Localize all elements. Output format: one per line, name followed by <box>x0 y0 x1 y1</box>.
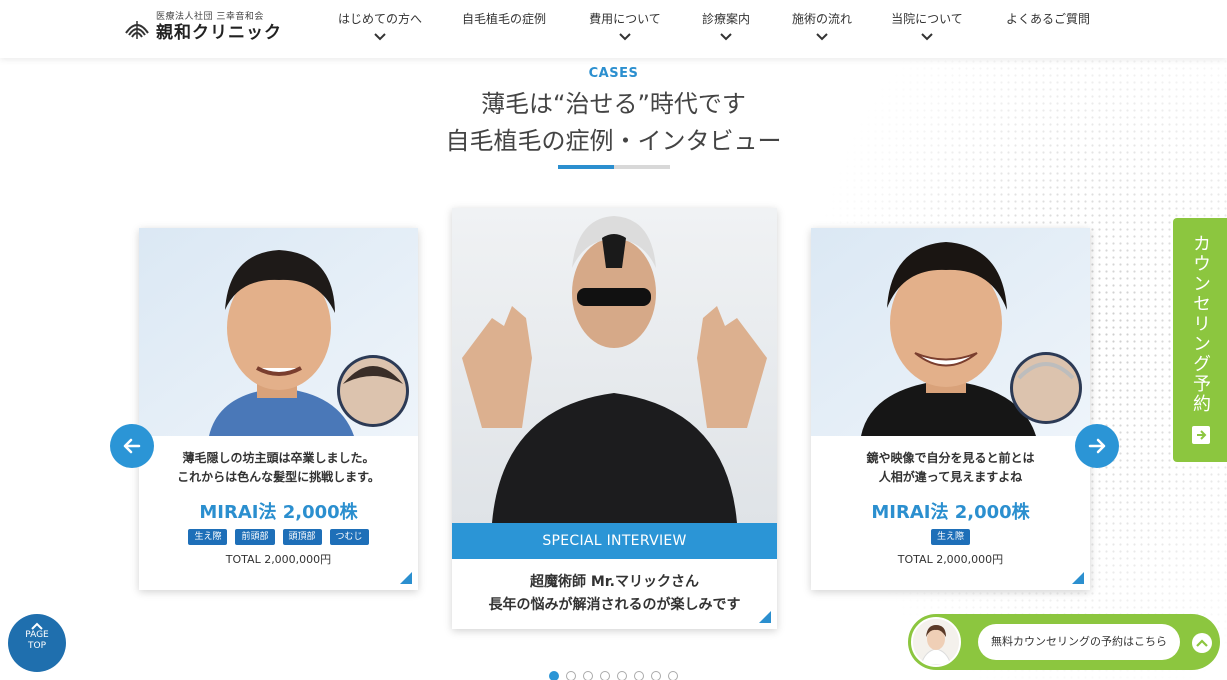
quote-line-2: これからは色んな髪型に挑戦します。 <box>177 470 380 484</box>
chevron-down-icon <box>719 31 733 41</box>
page-top-line-1: PAGE <box>25 630 49 640</box>
carousel-next-button[interactable] <box>1075 424 1119 468</box>
quote-line-1: 鏡や映像で自分を見ると前とは <box>866 451 1035 465</box>
nav-label: 費用について <box>589 12 661 26</box>
nav-label: 当院について <box>891 12 963 26</box>
site-header: 医療法人社団 三幸音和会 親和クリニック はじめての方へ 自毛植毛の症例 費用に… <box>0 0 1227 58</box>
case-total: TOTAL 2,000,000円 <box>225 553 332 566</box>
nav-about[interactable]: 当院について <box>872 8 982 43</box>
nav-label: 自毛植毛の症例 <box>461 12 546 26</box>
tag-hairline: 生え際 <box>930 529 970 545</box>
chevron-up-icon[interactable] <box>1192 633 1212 653</box>
side-tab-label: カウンセリング予約 <box>1190 234 1211 414</box>
nav-treatment[interactable]: 診療案内 <box>680 8 772 43</box>
tag-crown: つむじ <box>329 529 369 545</box>
corner-triangle-icon <box>759 611 771 623</box>
carousel-prev-button[interactable] <box>110 424 154 468</box>
chevron-down-icon <box>920 31 934 41</box>
pager-dot[interactable] <box>566 671 576 680</box>
headline-line-2: 自毛植毛の症例・インタビュー <box>445 127 782 155</box>
case-tags: 生え際 <box>811 529 1090 545</box>
case-quote: 鏡や映像で自分を見ると前とは 人相が違って見えますよね <box>811 449 1090 487</box>
interview-photo <box>452 208 777 523</box>
nav-label: はじめての方へ <box>337 12 422 26</box>
pager-dot[interactable] <box>668 671 678 680</box>
main-nav: はじめての方へ 自毛植毛の症例 費用について 診療案内 施術の流れ 当院について… <box>322 8 1114 43</box>
chevron-down-icon <box>373 31 387 41</box>
interview-quote: 長年の悩みが解消されるのが楽しみです <box>488 597 741 613</box>
counseling-reservation-tab[interactable]: カウンセリング予約 <box>1173 218 1227 462</box>
case-method: MIRAI法 2,000株 <box>199 502 358 523</box>
special-interview-band: SPECIAL INTERVIEW <box>452 523 777 559</box>
interview-caption: 超魔術師 Mr.マリックさん 長年の悩みが解消されるのが楽しみです <box>452 571 777 617</box>
page-top-button[interactable]: PAGE TOP <box>8 614 66 672</box>
case-card-special[interactable]: SPECIAL INTERVIEW 超魔術師 Mr.マリックさん 長年の悩みが解… <box>452 208 777 629</box>
section-label: CASES <box>588 66 639 81</box>
page-top-line-2: TOP <box>27 641 46 651</box>
chevron-down-icon <box>815 31 829 41</box>
logo-emblem-icon <box>122 13 152 43</box>
interview-name: 超魔術師 Mr.マリックさん <box>529 574 700 590</box>
case-total: TOTAL 2,000,000円 <box>897 553 1004 566</box>
nav-costs[interactable]: 費用について <box>570 8 680 43</box>
staff-avatar <box>911 617 961 667</box>
tag-front: 前頭部 <box>235 529 275 545</box>
quote-line-1: 薄毛隠しの坊主頭は卒業しました。 <box>182 451 375 465</box>
logo-title: 親和クリニック <box>156 23 282 43</box>
case-card-right[interactable]: 鏡や映像で自分を見ると前とは 人相が違って見えますよね MIRAI法 2,000… <box>811 228 1090 590</box>
quote-line-2: 人相が違って見えますよね <box>878 470 1023 484</box>
nav-label: よくあるご質問 <box>1005 12 1090 26</box>
nav-cases[interactable]: 自毛植毛の症例 <box>438 8 570 43</box>
case-card-left[interactable]: 薄毛隠しの坊主頭は卒業しました。 これからは色んな髪型に挑戦します。 MIRAI… <box>139 228 418 590</box>
chevron-down-icon <box>618 31 632 41</box>
headline-underline <box>558 165 670 169</box>
pager-dot[interactable] <box>617 671 627 680</box>
tag-hairline: 生え際 <box>188 529 228 545</box>
pager-dot[interactable] <box>634 671 644 680</box>
nav-label: 診療案内 <box>701 12 750 26</box>
headline-line-1: 薄毛は“治せる”時代です <box>481 90 746 118</box>
pager-dot[interactable] <box>583 671 593 680</box>
tag-top: 頭頂部 <box>282 529 322 545</box>
logo-subtitle: 医療法人社団 三幸音和会 <box>156 12 264 22</box>
corner-triangle-icon <box>1072 572 1084 584</box>
clinic-logo[interactable]: 医療法人社団 三幸音和会 親和クリニック <box>122 12 282 43</box>
case-photo <box>811 228 1090 436</box>
case-quote: 薄毛隠しの坊主頭は卒業しました。 これからは色んな髪型に挑戦します。 <box>139 449 418 487</box>
case-method: MIRAI法 2,000株 <box>871 502 1030 523</box>
chevron-up-icon <box>31 622 43 630</box>
case-photo <box>139 228 418 436</box>
nav-faq[interactable]: よくあるご質問 <box>982 8 1114 43</box>
nav-label: 施術の流れ <box>791 12 852 26</box>
arrow-left-icon <box>123 438 141 454</box>
pager-dot[interactable] <box>600 671 610 680</box>
nav-procedure-flow[interactable]: 施術の流れ <box>772 8 872 43</box>
free-counseling-banner[interactable]: 無料カウンセリングの予約はこちら <box>908 614 1220 670</box>
carousel-pager <box>549 671 678 680</box>
pager-dot[interactable] <box>549 671 559 680</box>
banner-text: 無料カウンセリングの予約はこちら <box>978 624 1180 660</box>
section-headline: 薄毛は“治せる”時代です 自毛植毛の症例・インタビュー <box>0 86 1227 160</box>
arrow-right-icon <box>1192 426 1210 444</box>
case-tags: 生え際 前頭部 頭頂部 つむじ <box>139 529 418 545</box>
nav-beginners[interactable]: はじめての方へ <box>322 8 438 43</box>
arrow-right-icon <box>1088 438 1106 454</box>
corner-triangle-icon <box>400 572 412 584</box>
pager-dot[interactable] <box>651 671 661 680</box>
